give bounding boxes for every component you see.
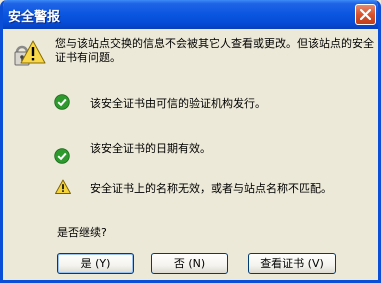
lock-warning-icon [14,40,46,66]
check-ok-icon [54,148,70,164]
window-title: 安全警报 [8,10,61,25]
security-alert-dialog: 安全警报 您与该站点交换的信息不会被其它人查看或更改。但该站点的安全证书有问题。… [0,0,381,283]
title-bar[interactable]: 安全警报 [3,0,378,29]
yes-button[interactable]: 是 (Y) [57,253,134,274]
close-button[interactable] [355,4,376,25]
continue-prompt: 是否继续? [57,226,107,239]
check-ok-icon [54,94,70,110]
warning-icon [55,179,71,194]
view-certificate-button[interactable]: 查看证书 (V) [248,253,336,274]
no-button[interactable]: 否 (N) [151,253,228,274]
close-icon [360,9,371,20]
check-text-name: 安全证书上的名称无效，或者与站点名称不匹配。 [90,182,332,195]
alert-message: 您与该站点交换的信息不会被其它人查看或更改。但该站点的安全证书有问题。 [55,37,374,64]
check-text-issuer: 该安全证书由可信的验证机构发行。 [90,97,266,110]
check-text-date: 该安全证书的日期有效。 [90,142,211,155]
